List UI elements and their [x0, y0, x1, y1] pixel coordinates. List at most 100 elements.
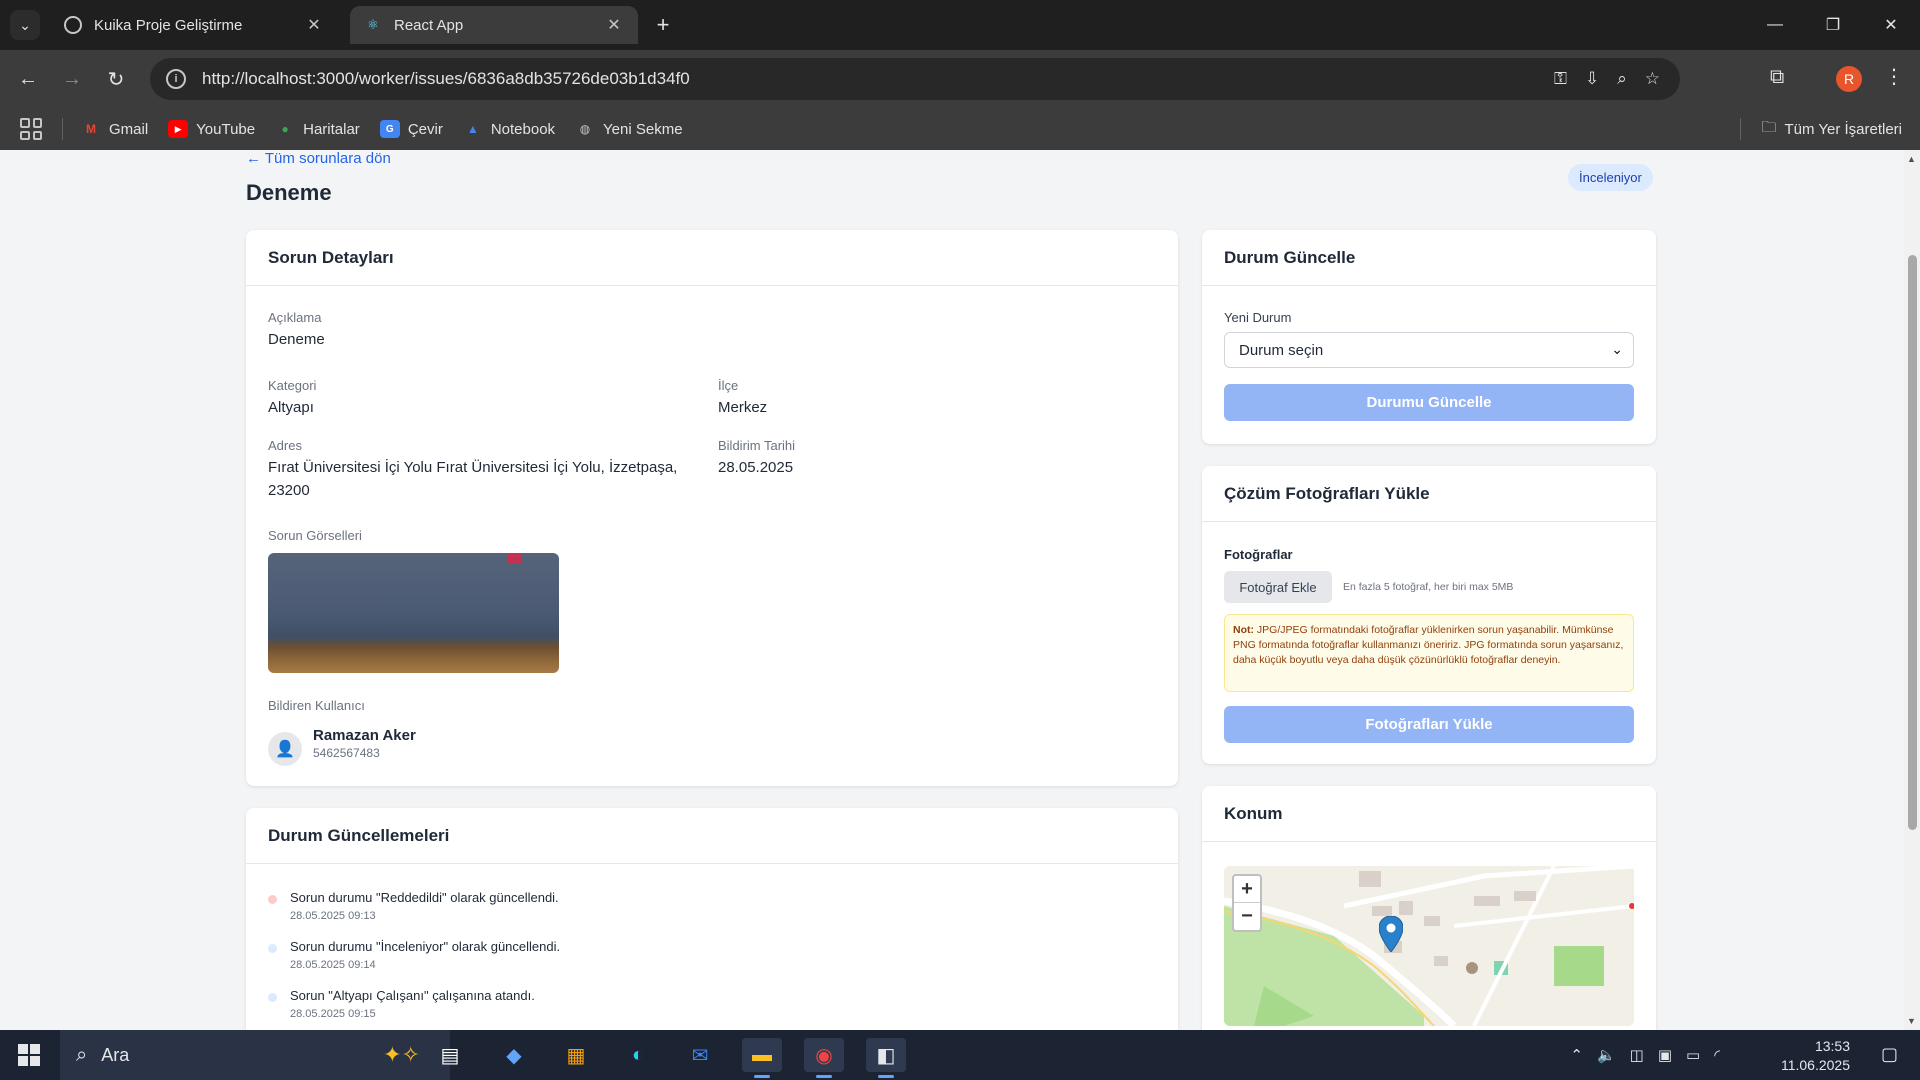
install-app-icon[interactable]: ⇩: [1585, 69, 1599, 89]
restore-icon[interactable]: ❐: [1804, 0, 1862, 50]
profile-avatar[interactable]: R: [1836, 66, 1862, 92]
zoom-out-button[interactable]: −: [1234, 903, 1260, 930]
images-label: Sorun Görselleri: [268, 528, 362, 543]
extensions-puzzle-icon[interactable]: ⧉: [1770, 66, 1784, 89]
bookmark-translate[interactable]: G Çevir: [379, 120, 443, 138]
taskbar-clock[interactable]: 13:53 11.06.2025: [1781, 1037, 1850, 1075]
timeline-text: Sorun durumu "Reddedildi" olarak güncell…: [290, 890, 559, 905]
windows-start-icon[interactable]: [18, 1044, 40, 1066]
map-tiles: [1224, 866, 1634, 1026]
tab-react-app[interactable]: ⚛ React App ✕: [350, 6, 638, 44]
search-placeholder: Ara: [101, 1044, 130, 1065]
status-badge: İnceleniyor: [1568, 164, 1653, 191]
bookmark-youtube[interactable]: ▶ YouTube: [168, 120, 255, 138]
page-scrollbar[interactable]: ▲ ▼: [1904, 150, 1920, 1030]
district-label: İlçe: [718, 378, 739, 393]
card-title: Çözüm Fotoğrafları Yükle: [1202, 466, 1656, 522]
chrome-icon[interactable]: ◉: [804, 1038, 844, 1078]
timeline-dot: [268, 895, 277, 904]
window-controls: — ❐ ✕: [1746, 0, 1920, 50]
map-zoom-control: + −: [1232, 874, 1262, 932]
photo-detail: [508, 553, 522, 563]
photo-limit-hint: En fazla 5 fotoğraf, her biri max 5MB: [1343, 581, 1514, 593]
bookmark-gmail[interactable]: M Gmail: [81, 120, 148, 138]
all-bookmarks[interactable]: 🗀 Tüm Yer İşaretleri: [1740, 108, 1902, 150]
bookmarks-divider: [62, 118, 63, 140]
react-icon: ⚛: [367, 17, 379, 32]
close-tab-icon[interactable]: ✕: [604, 15, 624, 35]
tab-search-button[interactable]: ⌄: [10, 10, 40, 40]
show-hidden-icons-icon[interactable]: ⌃: [1570, 1046, 1583, 1064]
bookmark-label: Notebook: [490, 120, 556, 138]
close-window-icon[interactable]: ✕: [1862, 0, 1920, 50]
site-info-icon[interactable]: i: [166, 69, 186, 89]
tab-kuika[interactable]: Kuika Proje Geliştirme ✕: [50, 6, 338, 44]
timeline-date: 28.05.2025 09:14: [290, 959, 376, 971]
copilot-sparkle-icon[interactable]: ✦✧: [383, 1042, 420, 1068]
issue-photo[interactable]: [268, 553, 559, 673]
youtube-icon: ▶: [168, 120, 189, 138]
back-arrow-icon[interactable]: ←: [14, 65, 42, 93]
issue-details-card: Sorun Detayları Açıklama Deneme Kategori…: [246, 230, 1178, 786]
folder-icon: 🗀: [1761, 118, 1777, 136]
microsoft365-icon[interactable]: ◆: [494, 1038, 534, 1072]
back-to-issues-link[interactable]: ← Tüm sorunlara dön: [246, 150, 391, 167]
outlook-icon[interactable]: ✉: [680, 1038, 720, 1072]
omnibox-actions: ⚿ ⇩ ⌕ ☆: [1554, 58, 1660, 100]
browser-menu-icon[interactable]: ⋮: [1884, 64, 1904, 89]
battery-icon[interactable]: ▭: [1686, 1046, 1700, 1064]
note-text: JPG/JPEG formatındaki fotoğraflar yüklen…: [1233, 624, 1624, 666]
camera-icon[interactable]: ◫: [1630, 1046, 1644, 1064]
minimize-icon[interactable]: —: [1746, 0, 1804, 50]
wifi-icon[interactable]: ◜: [1714, 1046, 1720, 1064]
bookmark-maps[interactable]: ● Haritalar: [275, 120, 360, 138]
address-bar[interactable]: i http://localhost:3000/worker/issues/68…: [150, 58, 1680, 100]
scrollbar-thumb[interactable]: [1908, 255, 1917, 830]
tab-title: React App: [394, 16, 464, 34]
timeline-text: Sorun durumu "İnceleniyor" olarak güncel…: [290, 939, 561, 954]
file-explorer-icon[interactable]: ▬: [742, 1038, 782, 1078]
note-label: Not:: [1233, 624, 1254, 636]
add-photo-button[interactable]: Fotoğraf Ekle: [1224, 571, 1332, 603]
reporter-label: Bildiren Kullanıcı: [268, 698, 365, 713]
close-tab-icon[interactable]: ✕: [304, 15, 324, 35]
task-view-icon[interactable]: ▤: [430, 1038, 470, 1072]
microsoft-store-icon[interactable]: ▦: [556, 1038, 596, 1072]
forward-arrow-icon[interactable]: →: [58, 65, 86, 93]
update-status-button[interactable]: Durumu Güncelle: [1224, 384, 1634, 421]
location-map[interactable]: + −: [1224, 866, 1634, 1026]
notification-icon[interactable]: ▢: [1881, 1044, 1898, 1065]
apps-grid-icon[interactable]: [20, 118, 42, 140]
globe-icon: ◍: [579, 122, 591, 136]
new-tab-button[interactable]: +: [650, 12, 676, 38]
upload-photos-button[interactable]: Fotoğrafları Yükle: [1224, 706, 1634, 743]
reload-icon[interactable]: ↻: [102, 65, 130, 93]
zoom-icon[interactable]: ⌕: [1617, 69, 1627, 89]
cursor-app-icon[interactable]: ◧: [866, 1038, 906, 1078]
timeline-date: 28.05.2025 09:15: [290, 1008, 376, 1020]
map-marker-icon[interactable]: [1379, 916, 1403, 952]
edge-browser-icon[interactable]: ◐: [618, 1038, 658, 1072]
password-key-icon[interactable]: ⚿: [1554, 69, 1567, 89]
zoom-in-button[interactable]: +: [1234, 876, 1260, 903]
display-icon[interactable]: ▣: [1658, 1046, 1672, 1064]
bookmark-new-tab[interactable]: ◍ Yeni Sekme: [575, 120, 683, 138]
status-updates-card: Durum Güncellemeleri Sorun durumu "Redde…: [246, 808, 1178, 1030]
volume-icon[interactable]: 🔈: [1597, 1046, 1616, 1064]
bookmark-label: Haritalar: [303, 120, 360, 138]
description-label: Açıklama: [268, 310, 322, 325]
taskbar-search[interactable]: ⌕ Ara ✦✧: [60, 1030, 450, 1080]
status-select-value: Durum seçin: [1239, 341, 1324, 359]
status-select[interactable]: Durum seçin ⌄: [1224, 332, 1634, 368]
category-value: Altyapı: [268, 399, 314, 416]
bookmark-label: Yeni Sekme: [603, 120, 683, 138]
url-text[interactable]: http://localhost:3000/worker/issues/6836…: [202, 69, 690, 89]
bookmark-notebook[interactable]: ▲ Notebook: [463, 120, 555, 138]
bookmark-label: Gmail: [109, 120, 149, 138]
bookmark-star-icon[interactable]: ☆: [1645, 69, 1660, 89]
kuika-icon: [64, 16, 82, 34]
location-card: Konum + −: [1202, 786, 1656, 1030]
system-tray: ⌃ 🔈 ◫ ▣ ▭ ◜: [1570, 1030, 1720, 1080]
scroll-down-icon[interactable]: ▼: [1907, 1016, 1916, 1026]
scroll-up-icon[interactable]: ▲: [1907, 154, 1916, 164]
